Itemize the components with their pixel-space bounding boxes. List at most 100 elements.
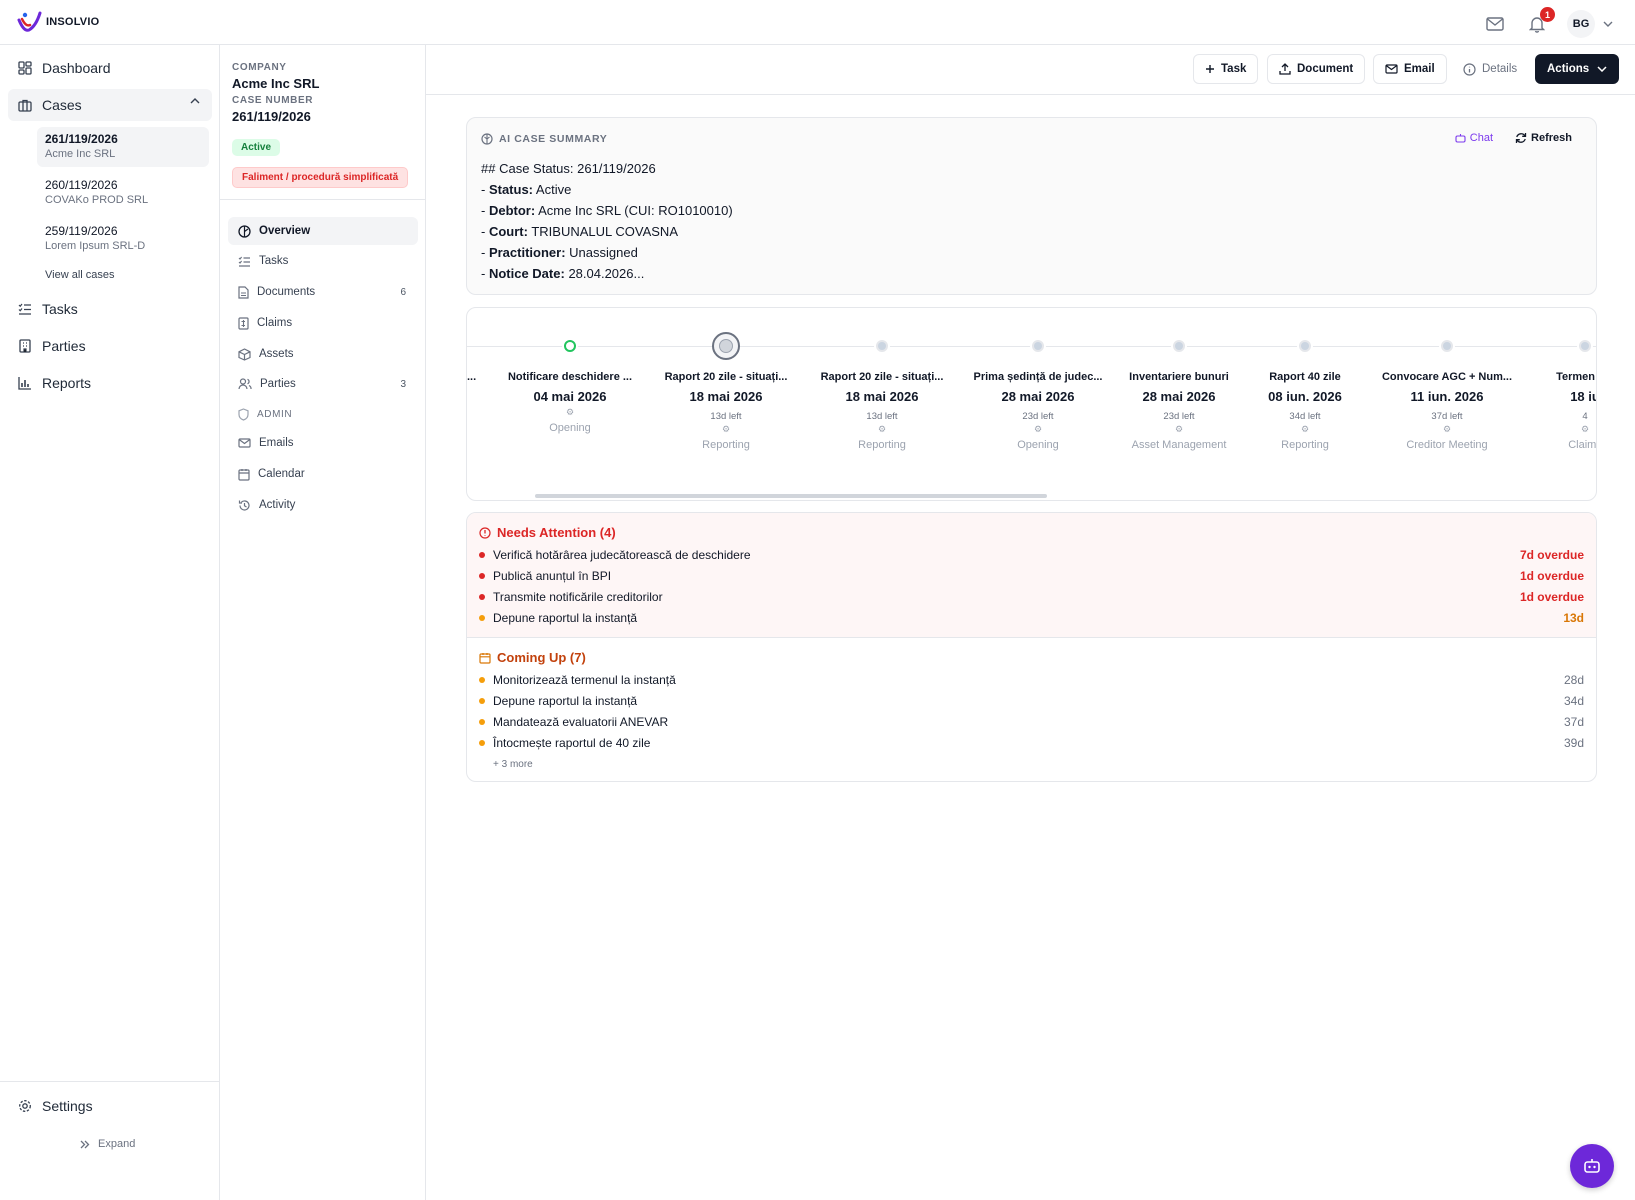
sidebar-item-tasks[interactable]: Tasks [8, 293, 212, 325]
actions-dropdown-button[interactable]: Actions [1535, 54, 1620, 84]
category-gear-icon: ⚙ [1442, 424, 1452, 434]
step-marker [566, 342, 574, 350]
send-email-button[interactable]: Email [1373, 54, 1447, 84]
upcoming-task-row[interactable]: Depune raportul la instanță 34d [479, 691, 1584, 711]
tab-overview[interactable]: Overview [228, 217, 418, 245]
tab-label: Overview [259, 225, 311, 237]
sidebar-item-settings[interactable]: Settings [8, 1090, 212, 1122]
mail-icon [1486, 17, 1504, 31]
timeline-step[interactable]: Raport 40 zile 08 iun. 2026 34d left ⚙ Repor… [1230, 308, 1380, 488]
task-title: Depune raportul la instanță [493, 611, 638, 625]
calendar-icon [479, 652, 491, 664]
chevron-down-icon[interactable] [1603, 21, 1613, 27]
upcoming-task-row[interactable]: Mandatează evaluatorii ANEVAR 37d [479, 712, 1584, 732]
step-time-left: 13d left [710, 411, 742, 422]
tab-assets[interactable]: Assets [228, 340, 418, 368]
sidebar-item-reports[interactable]: Reports [8, 367, 212, 399]
brand-logo[interactable]: INSOLVIO [16, 10, 99, 34]
refresh-label: Refresh [1531, 132, 1572, 144]
sidebar-item-parties[interactable]: Parties [8, 330, 212, 362]
step-time-left: 34d left [1289, 411, 1321, 422]
show-more-link[interactable]: + 3 more [493, 759, 533, 770]
case-list-item[interactable]: 260/119/2026 COVAKo PROD SRL [37, 173, 209, 213]
tab-claims[interactable]: Claims [228, 309, 418, 337]
case-list-item[interactable]: 261/119/2026 Acme Inc SRL [37, 127, 209, 167]
bar-chart-icon [18, 377, 31, 390]
case-list-item[interactable]: 259/119/2026 Lorem Ipsum SRL-D [37, 219, 209, 259]
attention-task-row[interactable]: Verifică hotărârea judecătorească de des… [479, 545, 1584, 565]
chat-button[interactable]: Chat [1455, 132, 1493, 144]
admin-section-header: ADMIN [228, 400, 418, 428]
severity-dot [479, 740, 485, 746]
step-marker [1175, 342, 1183, 350]
button-label: Email [1404, 63, 1435, 75]
sidebar-item-dashboard[interactable]: Dashboard [8, 52, 212, 84]
company-label: COMPANY [232, 62, 287, 73]
timeline-step[interactable]: Raport 20 zile - situați... 18 mai 2026 13… [651, 308, 801, 488]
mail-icon [238, 438, 251, 448]
upcoming-task-row[interactable]: Întocmește raportul de 40 zile 39d [479, 733, 1584, 753]
summary-line: - Court: TRIBUNALUL COVASNA [481, 224, 678, 239]
notifications-button[interactable]: 1 [1525, 7, 1555, 36]
sidebar-item-label: Dashboard [42, 60, 111, 76]
case-company: Acme Inc SRL [45, 148, 116, 160]
divider [220, 199, 425, 200]
details-button[interactable]: Details [1463, 54, 1517, 84]
category-gear-icon: ⚙ [1580, 424, 1590, 434]
dashboard-icon [18, 61, 32, 75]
main-sidebar: Dashboard Cases 261/119/2026 Acme Inc SR… [0, 45, 220, 1200]
timeline-step[interactable]: Prima ședință de judec... 28 mai 2026 23d … [963, 308, 1113, 488]
expand-sidebar-button[interactable]: Expand [80, 1138, 135, 1150]
tab-emails[interactable]: Emails [228, 429, 418, 457]
severity-dot [479, 552, 485, 558]
sidebar-item-label: Reports [42, 375, 92, 391]
view-all-cases-link[interactable]: View all cases [45, 269, 115, 281]
step-category: Reporting [858, 439, 906, 451]
sidebar-item-cases[interactable]: Cases [8, 89, 212, 121]
user-avatar[interactable]: BG [1567, 10, 1595, 38]
severity-dot [479, 615, 485, 621]
step-date: 04 mai 2026 [533, 389, 607, 404]
timeline-step[interactable]: Convocare AGC + Num... 11 iun. 2026 37d le… [1372, 308, 1522, 488]
tab-tasks[interactable]: Tasks [228, 247, 418, 275]
ai-summary-title: AI CASE SUMMARY [481, 133, 607, 145]
timeline-scrollbar[interactable] [535, 494, 1047, 498]
chat-label: Chat [1469, 132, 1494, 144]
attention-task-row[interactable]: Transmite notificările creditorilor 1d o… [479, 587, 1584, 607]
attention-task-row[interactable]: Publică anunțul în BPI 1d overdue [479, 566, 1584, 586]
chevron-up-icon[interactable] [190, 98, 200, 104]
receipt-icon [238, 316, 249, 330]
upload-document-button[interactable]: Document [1267, 54, 1366, 84]
step-time-left: 4 [1582, 411, 1588, 422]
tab-label: Activity [259, 499, 296, 511]
attention-task-row[interactable]: Depune raportul la instanță 13d [479, 608, 1584, 628]
timeline-step[interactable]: Raport 20 zile - situați... 18 mai 2026 13… [807, 308, 957, 488]
tab-label: Parties [260, 378, 296, 390]
upcoming-task-row[interactable]: Monitorizează termenul la instanță 28d [479, 670, 1584, 690]
plus-icon [1206, 65, 1214, 73]
step-category: Opening [1017, 439, 1059, 451]
add-task-button[interactable]: Task [1193, 54, 1259, 84]
tab-documents[interactable]: Documents 6 [228, 278, 418, 306]
step-category: Reporting [702, 439, 750, 451]
tab-parties[interactable]: Parties 3 [228, 370, 418, 398]
refresh-button[interactable]: Refresh [1515, 132, 1572, 144]
briefcase-icon [18, 99, 32, 112]
step-time-left: 23d left [1022, 411, 1054, 422]
ai-assistant-button[interactable] [1570, 1144, 1614, 1188]
timeline-step[interactable]: Notificare deschidere ... 04 mai 2026 ⚙ Ope… [495, 308, 645, 488]
pending-step-icon [874, 338, 890, 354]
documents-count: 6 [400, 286, 406, 298]
brand-name: INSOLVIO [46, 16, 100, 28]
document-icon [238, 285, 249, 299]
severity-dot [479, 677, 485, 683]
expand-label: Expand [98, 1138, 136, 1150]
timeline-step[interactable]: Termen lim 18 iu 4 ⚙ Claims [1510, 308, 1596, 488]
tab-activity[interactable]: Activity [228, 491, 418, 519]
package-icon [238, 347, 251, 361]
chevron-down-icon [1597, 66, 1607, 72]
tab-calendar[interactable]: Calendar [228, 460, 418, 488]
step-date: 11 iun. 2026 [1410, 389, 1484, 404]
mail-button[interactable] [1483, 12, 1507, 36]
step-marker [1581, 342, 1589, 350]
